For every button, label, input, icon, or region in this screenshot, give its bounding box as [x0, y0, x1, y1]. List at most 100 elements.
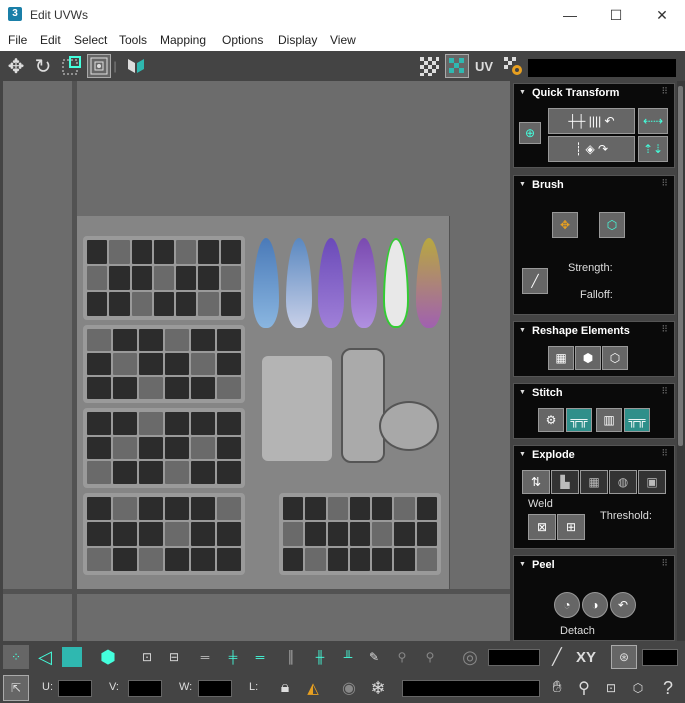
stamping-plate: [83, 493, 245, 575]
explode-by-smoothing-icon[interactable]: ▙: [551, 470, 579, 494]
loop-icon[interactable]: ═: [193, 645, 217, 669]
pan-icon[interactable]: ✋︎: [546, 676, 568, 700]
straighten-icon[interactable]: ▦: [548, 346, 574, 370]
checker-icon[interactable]: [417, 54, 441, 78]
space-horizontal-icon[interactable]: ⇠⇢: [638, 108, 668, 134]
zoom-extents-icon[interactable]: ⬡: [627, 676, 649, 700]
grip-icon: ⠿: [661, 324, 668, 334]
grid-value-field[interactable]: [642, 649, 678, 666]
edge-distance-icon[interactable]: ╱: [545, 645, 569, 669]
stitch-custom-icon[interactable]: ⚙: [538, 408, 564, 432]
mirror-icon[interactable]: [124, 54, 148, 78]
explode-header[interactable]: Explode: [514, 446, 674, 464]
brush-rollout: Brush ⠿ ✥ ⬡ ╱ Strength: Falloff:: [513, 175, 675, 315]
set-pivot-icon[interactable]: ⊕: [519, 122, 541, 144]
menu-select[interactable]: Select: [74, 33, 107, 47]
weld-all-icon[interactable]: ⊞: [557, 514, 585, 540]
edge-mode-icon[interactable]: ◁: [33, 645, 57, 669]
u-field[interactable]: [58, 680, 92, 697]
zoom-region-icon[interactable]: ⊡: [600, 676, 622, 700]
show-hide-icon[interactable]: ◭: [302, 676, 324, 700]
relax-icon[interactable]: ⬢: [575, 346, 601, 370]
absolute-offset-icon[interactable]: ⇱: [3, 675, 29, 701]
grip-icon: ⠿: [661, 86, 668, 96]
uv-mode-label[interactable]: UV: [472, 54, 496, 78]
nail-swatch: [351, 238, 377, 328]
texture-dropdown[interactable]: [528, 59, 676, 77]
stitch-average-icon[interactable]: ▥: [596, 408, 622, 432]
space-vertical-icon[interactable]: ⇡⇣: [638, 136, 668, 162]
brush-paint-icon[interactable]: ✥: [552, 212, 578, 238]
face-mode-icon[interactable]: [60, 645, 84, 669]
freeze-icon[interactable]: ❄: [366, 676, 390, 700]
menu-tools[interactable]: Tools: [119, 33, 147, 47]
nail-swatch: [416, 238, 442, 328]
grid-snap-icon[interactable]: ⊛: [611, 645, 637, 669]
align-horizontal-icon[interactable]: ┼┼ |||| ↶: [548, 108, 635, 134]
status-bar: ⇱ U: V: W: L: 🔒︎ ◭ ◉ ❄ ✋︎ ⚲ ⊡ ⬡ ?: [0, 673, 685, 703]
ring-shrink-icon[interactable]: ╨: [336, 645, 360, 669]
menu-options[interactable]: Options: [222, 33, 263, 47]
shrink-brush-icon[interactable]: ⚲: [418, 645, 442, 669]
enlarge-brush-icon[interactable]: ⚲: [390, 645, 414, 669]
minimize-button[interactable]: —: [547, 0, 593, 30]
menu-edit[interactable]: Edit: [40, 33, 61, 47]
texture-checker-icon[interactable]: [445, 54, 469, 78]
menu-display[interactable]: Display: [278, 33, 317, 47]
explode-by-material-icon[interactable]: ▦: [580, 470, 608, 494]
rotate-icon[interactable]: ↻: [31, 54, 55, 78]
close-button[interactable]: ✕: [639, 0, 685, 30]
vertex-mode-icon[interactable]: ⁘: [3, 645, 29, 669]
maximize-button[interactable]: ☐: [593, 0, 639, 30]
soft-selection-icon[interactable]: ◎: [458, 645, 482, 669]
lock-icon[interactable]: 🔒︎: [274, 676, 296, 700]
paint-select-icon[interactable]: ✎: [362, 645, 386, 669]
right-panel-scrollbar[interactable]: [677, 81, 685, 641]
loop-grow-icon[interactable]: ╪: [221, 645, 245, 669]
xy-toggle[interactable]: XY: [572, 645, 600, 669]
brush-relax-icon[interactable]: ⬡: [599, 212, 625, 238]
menu-file[interactable]: File: [8, 33, 27, 47]
explode-by-polygon-icon[interactable]: ◍: [609, 470, 637, 494]
explode-by-selection-icon[interactable]: ▣: [638, 470, 666, 494]
bottom-toolbar: ⁘ ◁ ⬢ ⊡ ⊟ ═ ╪ ═ ║ ╫ ╨ ✎ ⚲ ⚲ ◎ ╱ XY ⊛: [0, 641, 685, 673]
freeform-icon[interactable]: [87, 54, 111, 78]
help-icon[interactable]: ?: [656, 676, 680, 700]
scrollbar-thumb[interactable]: [678, 86, 683, 446]
move-icon[interactable]: ✥: [4, 54, 28, 78]
weld-selected-icon[interactable]: ⊠: [528, 514, 556, 540]
selected-nail-swatch[interactable]: [383, 238, 409, 328]
quick-transform-header[interactable]: Quick Transform: [514, 84, 674, 102]
uv-viewport[interactable]: [3, 81, 510, 641]
ring-icon[interactable]: ║: [282, 645, 300, 669]
stitch-header[interactable]: Stitch: [514, 384, 674, 402]
brush-header[interactable]: Brush: [514, 176, 674, 194]
grow-selection-icon[interactable]: ⊡: [135, 645, 159, 669]
quick-peel-icon[interactable]: ◔: [554, 592, 580, 618]
loop-shrink-icon[interactable]: ═: [248, 645, 272, 669]
stitch-to-target-icon[interactable]: ╦╦: [624, 408, 650, 432]
menu-view[interactable]: View: [330, 33, 356, 47]
zoom-icon[interactable]: ⚲: [573, 676, 595, 700]
shrink-selection-icon[interactable]: ⊟: [162, 645, 186, 669]
hidden-icon[interactable]: ◉: [338, 676, 360, 700]
scale-icon[interactable]: [59, 54, 83, 78]
align-vertical-icon[interactable]: ┊ ◈ ↷: [548, 136, 635, 162]
w-field[interactable]: [198, 680, 232, 697]
peel-mode-icon[interactable]: ◑: [582, 592, 608, 618]
selection-field[interactable]: [402, 680, 540, 697]
ring-grow-icon[interactable]: ╫: [308, 645, 332, 669]
menu-mapping[interactable]: Mapping: [160, 33, 206, 47]
peel-reset-icon[interactable]: ↶: [610, 592, 636, 618]
reshape-elements-header[interactable]: Reshape Elements: [514, 322, 674, 340]
soft-select-value-field[interactable]: [488, 649, 540, 666]
element-mode-icon[interactable]: ⬢: [96, 645, 120, 669]
explode-by-uv-icon[interactable]: ⇅: [522, 470, 550, 494]
brush-size-icon[interactable]: ╱: [522, 268, 548, 294]
stitch-to-source-icon[interactable]: ╦╦: [566, 408, 592, 432]
explode-rollout: Explode ⠿ ⇅ ▙ ▦ ◍ ▣ Weld Threshold: ⊠ ⊞: [513, 445, 675, 549]
relax-cube-icon[interactable]: ⬡: [602, 346, 628, 370]
v-field[interactable]: [128, 680, 162, 697]
settings-icon[interactable]: [501, 54, 525, 78]
peel-header[interactable]: Peel: [514, 556, 674, 574]
